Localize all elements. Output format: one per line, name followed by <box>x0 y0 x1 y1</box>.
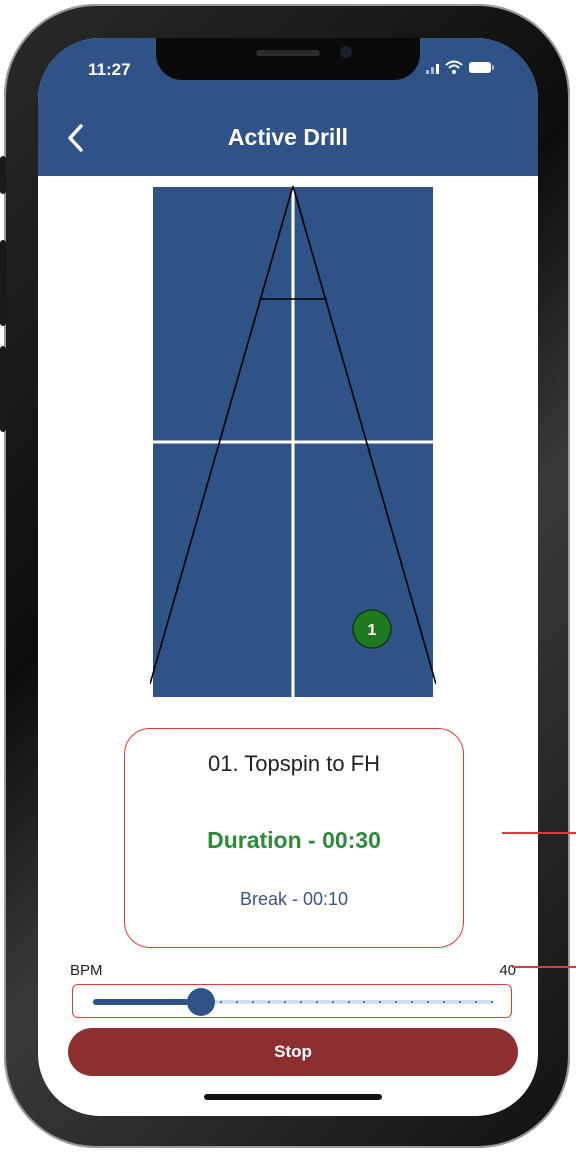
slider-tick <box>267 1001 270 1003</box>
slider-tick <box>363 1001 366 1003</box>
status-time: 11:27 <box>88 60 131 79</box>
drill-info-card: 01. Topspin to FH Duration - 00:30 Break… <box>124 728 464 948</box>
slider-tick <box>331 1001 334 1003</box>
home-indicator[interactable] <box>204 1094 382 1100</box>
bpm-slider[interactable] <box>72 984 512 1018</box>
status-icons <box>426 60 494 74</box>
volume-down-button <box>0 346 6 432</box>
slider-tick <box>252 1001 255 1003</box>
stop-button[interactable]: Stop <box>68 1028 518 1076</box>
bpm-value: 40 <box>499 962 516 979</box>
slider-tick <box>458 1001 461 1003</box>
slider-tick <box>379 1001 382 1003</box>
slider-fill <box>93 999 201 1005</box>
signal-icon <box>426 64 439 74</box>
screen: 11:27 Active Drill 1 01. Topspin to FH D… <box>38 38 538 1116</box>
front-camera <box>340 46 352 58</box>
battery-icon <box>469 62 494 73</box>
slider-thumb[interactable] <box>187 988 215 1016</box>
silent-switch <box>0 156 6 194</box>
ball-marker[interactable]: 1 <box>352 609 392 649</box>
slider-tick <box>474 1001 477 1003</box>
table-court-diagram: 1 <box>150 184 436 700</box>
annotation-line-info <box>502 832 576 834</box>
annotation-line-slider <box>512 966 576 968</box>
slider-tick <box>347 1001 350 1003</box>
slider-tick <box>236 1001 239 1003</box>
duration-text: Duration - 00:30 <box>207 827 381 853</box>
top-app-bar: 11:27 Active Drill <box>38 38 538 176</box>
ball-number: 1 <box>368 622 377 639</box>
slider-tick <box>442 1001 445 1003</box>
bpm-label: BPM <box>70 962 103 979</box>
page-title: Active Drill <box>227 124 349 150</box>
slider-tick <box>283 1001 286 1003</box>
wifi-icon <box>445 60 463 74</box>
slider-tick <box>395 1001 398 1003</box>
notch <box>156 38 420 80</box>
speaker <box>256 50 320 56</box>
slider-tick <box>411 1001 414 1003</box>
slider-tick <box>490 1001 493 1003</box>
break-text: Break - 00:10 <box>239 889 349 909</box>
slider-tick <box>220 1001 223 1003</box>
slider-tick <box>427 1001 430 1003</box>
volume-up-button <box>0 240 6 326</box>
slider-tick <box>315 1001 318 1003</box>
slider-tick <box>299 1001 302 1003</box>
drill-name: 01. Topspin to FH <box>207 751 381 776</box>
